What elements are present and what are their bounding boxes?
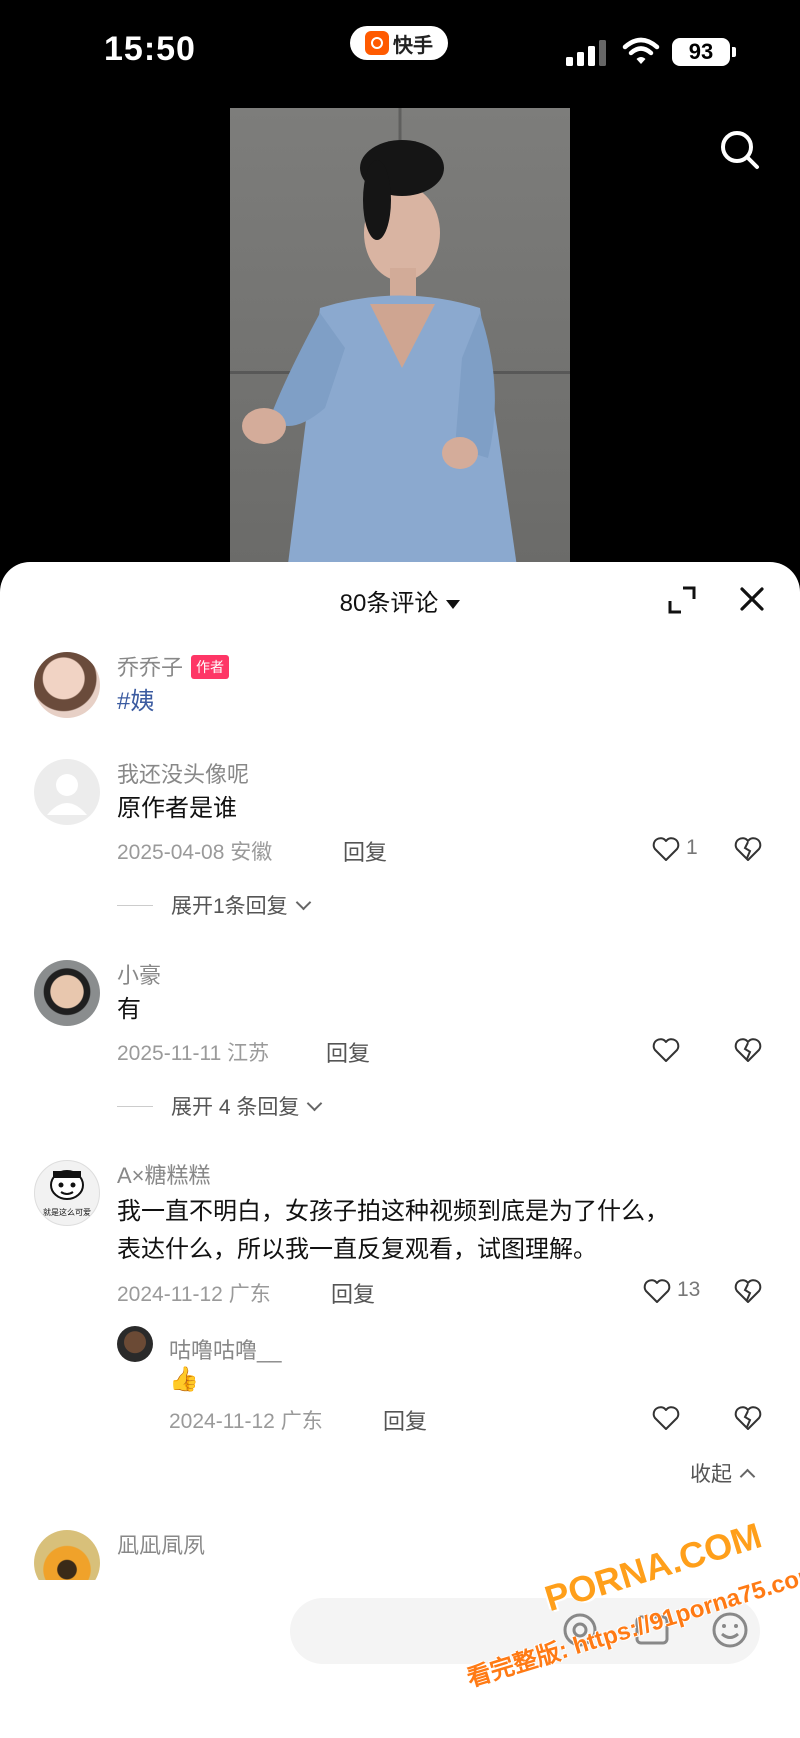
app-indicator-pill[interactable]: 快手 <box>350 26 448 60</box>
comment-text[interactable]: 原作者是谁 <box>117 790 237 828</box>
expand-replies-label: 展开 4 条回复 <box>171 1096 300 1119</box>
heart-icon[interactable] <box>651 1035 681 1065</box>
avatar-clip <box>34 1530 100 1580</box>
comment-text-line: 我一直不明白，女孩子拍这种视频到底是为了什么， <box>117 1198 669 1225</box>
search-icon[interactable] <box>718 128 762 172</box>
battery-indicator: 93 <box>672 38 736 66</box>
comments-count-title: 80条评论 <box>339 590 439 617</box>
reply-button[interactable]: 回复 <box>343 835 387 867</box>
cellular-signal-icon <box>566 40 606 66</box>
fullscreen-expand-icon[interactable] <box>667 585 697 615</box>
chevron-down-icon <box>307 1095 323 1111</box>
heart-icon[interactable] <box>651 1403 681 1433</box>
avatar[interactable] <box>34 960 100 1026</box>
username[interactable]: 凪凪凬夙 <box>117 1528 205 1560</box>
app-name: 快手 <box>393 34 433 57</box>
comment-date-location: 2025-11-11 江苏 <box>117 1042 270 1065</box>
comment-text[interactable]: 我一直不明白，女孩子拍这种视频到底是为了什么， 表达什么，所以我一直反复观看，试… <box>117 1193 669 1269</box>
heart-icon[interactable] <box>642 1276 672 1306</box>
like-count: 1 <box>686 836 698 859</box>
like-count: 13 <box>677 1278 701 1301</box>
username[interactable]: 我还没头像呢 <box>117 757 249 789</box>
comment-author[interactable]: 乔乔子 作者 <box>117 650 230 682</box>
video-frame-figure <box>242 140 520 588</box>
divider <box>117 904 153 906</box>
broken-heart-icon[interactable] <box>733 1035 763 1065</box>
comment-text-line: 表达什么，所以我一直反复观看，试图理解。 <box>117 1236 597 1263</box>
close-icon[interactable] <box>737 584 767 614</box>
username[interactable]: A×糖糕糕 <box>117 1158 211 1190</box>
username[interactable]: 小豪 <box>117 958 161 990</box>
wifi-icon <box>622 37 660 64</box>
comment-text[interactable]: 👍 <box>169 1361 199 1399</box>
expand-replies-button[interactable]: 展开 4 条回复 <box>117 1091 323 1121</box>
chevron-up-icon <box>739 1468 756 1484</box>
caret-down-icon <box>446 600 461 610</box>
broken-heart-icon[interactable] <box>733 1403 763 1433</box>
broken-heart-icon[interactable] <box>733 834 763 864</box>
avatar[interactable] <box>117 1326 153 1362</box>
comment-date-location: 2024-11-12 广东 <box>117 1283 271 1306</box>
reply-button[interactable]: 回复 <box>331 1277 375 1309</box>
avatar[interactable] <box>34 652 100 718</box>
avatar[interactable] <box>34 759 100 825</box>
author-badge: 作者 <box>191 655 230 679</box>
collapse-replies-button[interactable]: 收起 <box>690 1458 756 1488</box>
comment-date-location: 2025-04-08 安徽 <box>117 841 273 864</box>
avatar-caption: 就是这么可爱 <box>43 1208 91 1217</box>
avatar[interactable]: 就是这么可爱 <box>34 1160 100 1226</box>
username: 乔乔子 <box>117 655 184 680</box>
avatar[interactable] <box>34 1530 100 1580</box>
chevron-down-icon <box>295 894 311 910</box>
comment-date-location: 2024-11-12 广东 <box>169 1410 323 1433</box>
reply-button[interactable]: 回复 <box>383 1404 427 1436</box>
heart-icon[interactable] <box>651 834 681 864</box>
reply-button[interactable]: 回复 <box>326 1036 370 1068</box>
kuaishou-logo-icon <box>365 31 389 55</box>
video-player[interactable] <box>230 108 570 588</box>
divider <box>117 1105 153 1107</box>
broken-heart-icon[interactable] <box>733 1276 763 1306</box>
expand-replies-button[interactable]: 展开1条回复 <box>117 890 311 920</box>
default-avatar-icon <box>47 774 87 815</box>
comment-text[interactable]: 有 <box>117 991 141 1029</box>
status-time: 15:50 <box>104 30 196 68</box>
comment-text-hashtag[interactable]: #姨 <box>117 683 154 721</box>
expand-replies-label: 展开1条回复 <box>171 895 288 918</box>
collapse-label: 收起 <box>690 1463 732 1486</box>
